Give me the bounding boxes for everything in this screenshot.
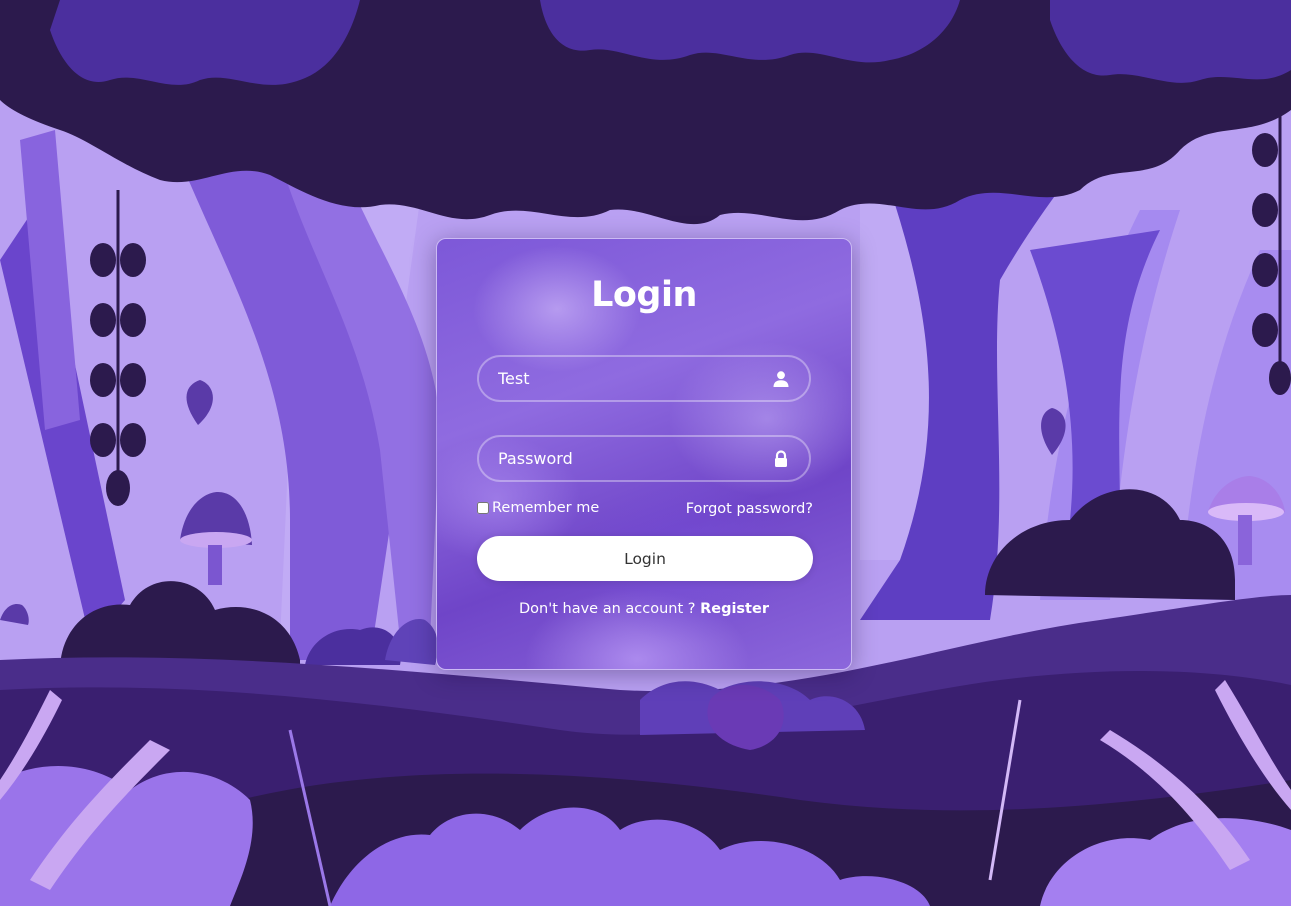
register-prompt: Don't have an account ? Register (437, 601, 851, 617)
register-prompt-text: Don't have an account ? (519, 601, 701, 617)
register-link[interactable]: Register (700, 601, 769, 617)
username-field (477, 355, 811, 402)
user-icon (773, 371, 789, 387)
username-input[interactable] (479, 357, 809, 400)
login-card: Login Remember me Forgot password? Login (436, 238, 852, 670)
login-title: Login (591, 275, 697, 315)
password-input[interactable] (479, 437, 809, 480)
login-button[interactable]: Login (477, 536, 813, 581)
remember-me-text: Remember me (492, 500, 600, 516)
password-field (477, 435, 811, 482)
forgot-password-link[interactable]: Forgot password? (686, 501, 813, 517)
remember-me-label[interactable]: Remember me (477, 500, 599, 516)
remember-me-checkbox[interactable] (477, 502, 489, 514)
lock-icon (775, 450, 787, 467)
forest-background-scene: Login Remember me Forgot password? Login (0, 0, 1291, 906)
remember-forgot-row: Remember me Forgot password? (477, 500, 813, 520)
